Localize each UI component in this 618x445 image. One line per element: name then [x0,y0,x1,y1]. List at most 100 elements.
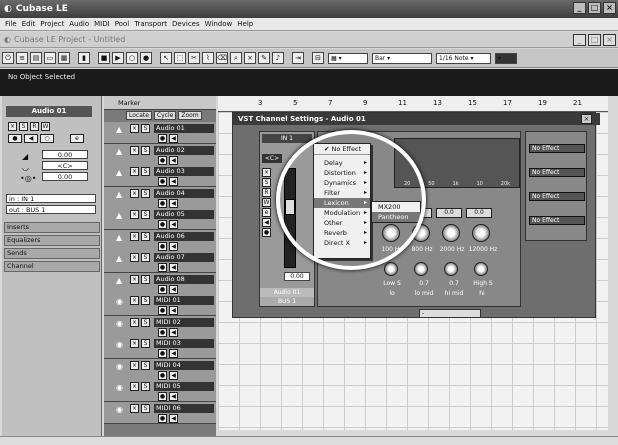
infoline-toggle-icon[interactable]: ▤ [30,52,42,64]
inserts-section[interactable]: Inserts [4,222,100,233]
track-record-button[interactable]: ● [158,220,167,229]
track-name[interactable]: Audio 06 [154,231,214,241]
channel-write-button[interactable]: W [262,198,271,207]
effect-menu-item[interactable]: Distortion [314,168,370,178]
menu-pool[interactable]: Pool [115,20,129,28]
track-name[interactable]: Audio 01 [154,124,214,133]
snap-icon[interactable]: ⊟ [312,52,324,64]
channel-edit-button[interactable]: e [262,208,271,217]
track-solo-button[interactable]: S [141,360,150,370]
play-icon[interactable]: ▶ [112,52,124,64]
track-solo-button[interactable]: S [141,253,150,262]
track-mute-button[interactable]: × [130,210,139,219]
activate-project-icon[interactable]: ⏻ [2,52,14,64]
output-routing-dropdown[interactable]: out : BUS 1 [6,205,96,214]
inspector-toggle-icon[interactable]: ≡ [16,52,28,64]
track-name[interactable]: MIDI 06 [154,403,214,413]
eq-q-knob-1[interactable] [384,262,398,276]
effect-menu-item[interactable]: Dynamics [314,178,370,188]
track-solo-button[interactable]: S [141,296,150,305]
track-mute-button[interactable]: × [130,360,139,370]
track-row[interactable]: ▲ × S Audio 06 ● ◀ [104,229,216,252]
effect-menu-item[interactable]: Delay [314,158,370,168]
inspector-record-button[interactable]: ● [8,134,22,143]
track-monitor-button[interactable]: ◀ [169,241,178,251]
track-monitor-button[interactable]: ◀ [169,413,178,423]
track-mute-button[interactable]: × [130,382,139,391]
record-icon[interactable]: ● [140,52,152,64]
track-record-button[interactable]: ● [158,263,167,272]
track-mute-button[interactable]: × [130,253,139,262]
cycle-dropdown[interactable]: Cycle [153,111,177,120]
channel-solo-button[interactable]: S [262,178,271,187]
horizontal-scrollbar[interactable] [0,436,618,445]
track-solo-button[interactable]: S [141,145,150,155]
track-monitor-button[interactable]: ◀ [169,220,178,229]
menu-transport[interactable]: Transport [134,20,167,28]
track-monitor-button[interactable]: ◀ [169,263,178,272]
inspector-lock-button[interactable]: ○ [40,134,54,143]
effect-menu-item[interactable]: Reverb [314,228,370,238]
volume-field[interactable]: 0.00 [42,150,88,159]
channel-section[interactable]: Channel [4,261,100,272]
track-mute-button[interactable]: × [130,274,139,284]
track-row[interactable]: ◉ × S MIDI 02 ● ◀ [104,315,216,338]
eq-freq-knob-4[interactable] [472,224,490,242]
inspector-solo-button[interactable]: S [19,122,28,131]
track-row[interactable]: ▲ × S Audio 05 ● ◀ [104,208,216,230]
track-row[interactable]: ◉ × S MIDI 03 ● ◀ [104,337,216,359]
track-row[interactable]: ▲ × S Audio 01 ● ◀ [104,122,216,144]
effect-menu-item[interactable]: ✔ No Effect [314,144,370,155]
track-name[interactable]: Audio 03 [154,167,214,176]
send-slot-1[interactable]: No Effect [529,144,585,153]
fader-handle[interactable] [285,199,295,215]
minimize-button[interactable]: _ [573,2,586,14]
track-row[interactable]: ▲ × S Audio 07 ● ◀ [104,251,216,273]
track-monitor-button[interactable]: ◀ [169,134,178,143]
track-row[interactable]: ◉ × S MIDI 06 ● ◀ [104,401,216,424]
eq-graph[interactable]: 20 50 1k 10 20k [394,138,520,188]
track-solo-button[interactable]: S [141,403,150,413]
zoom-dropdown[interactable]: Zoom [178,111,202,120]
maximize-button[interactable]: □ [588,2,601,14]
eq-gain-4[interactable]: 0.0 [466,208,492,218]
track-solo-button[interactable]: S [141,339,150,348]
track-monitor-button[interactable]: ◀ [169,155,178,165]
stop-icon[interactable]: ■ [98,52,110,64]
inspector-mute-button[interactable]: × [8,122,17,131]
track-monitor-button[interactable]: ◀ [169,177,178,186]
track-mute-button[interactable]: × [130,124,139,133]
equalizers-section[interactable]: Equalizers [4,235,100,246]
track-name[interactable]: Audio 02 [154,145,214,155]
track-solo-button[interactable]: S [141,188,150,198]
inspector-monitor-button[interactable]: ◀ [24,134,38,143]
track-solo-button[interactable]: S [141,382,150,391]
track-record-button[interactable]: ● [158,327,167,337]
erase-tool-icon[interactable]: ⌫ [216,52,228,64]
split-tool-icon[interactable]: ✂ [188,52,200,64]
submenu-pantheon[interactable]: Pantheon [372,212,420,222]
menu-edit[interactable]: Edit [22,20,36,28]
menu-project[interactable]: Project [40,20,64,28]
pool-icon[interactable]: ▦ [58,52,70,64]
sends-section[interactable]: Sends [4,248,100,259]
track-record-button[interactable]: ● [158,284,167,294]
channel-record-button[interactable]: ● [262,228,271,237]
cycle-icon[interactable]: ○ [126,52,138,64]
track-name[interactable]: Audio 05 [154,210,214,219]
track-record-button[interactable]: ● [158,392,167,401]
grid-dropdown[interactable]: 1/16 Note ▾ [436,52,491,64]
zoom-tool-icon[interactable]: ⌕ [230,52,242,64]
eq-q-knob-3[interactable] [444,262,458,276]
project-close-button[interactable]: × [603,34,616,46]
track-row[interactable]: ▲ × S Audio 04 ● ◀ [104,186,216,209]
menu-audio[interactable]: Audio [69,20,89,28]
track-row[interactable]: ▲ × S Audio 03 ● ◀ [104,165,216,187]
track-monitor-button[interactable]: ◀ [169,284,178,294]
track-name[interactable]: MIDI 05 [154,382,214,391]
menu-window[interactable]: Window [205,20,233,28]
track-mute-button[interactable]: × [130,296,139,305]
quantize-dropdown[interactable]: Bar ▾ [372,52,432,64]
send-slot-3[interactable]: No Effect [529,192,585,201]
close-button[interactable]: × [603,2,616,14]
